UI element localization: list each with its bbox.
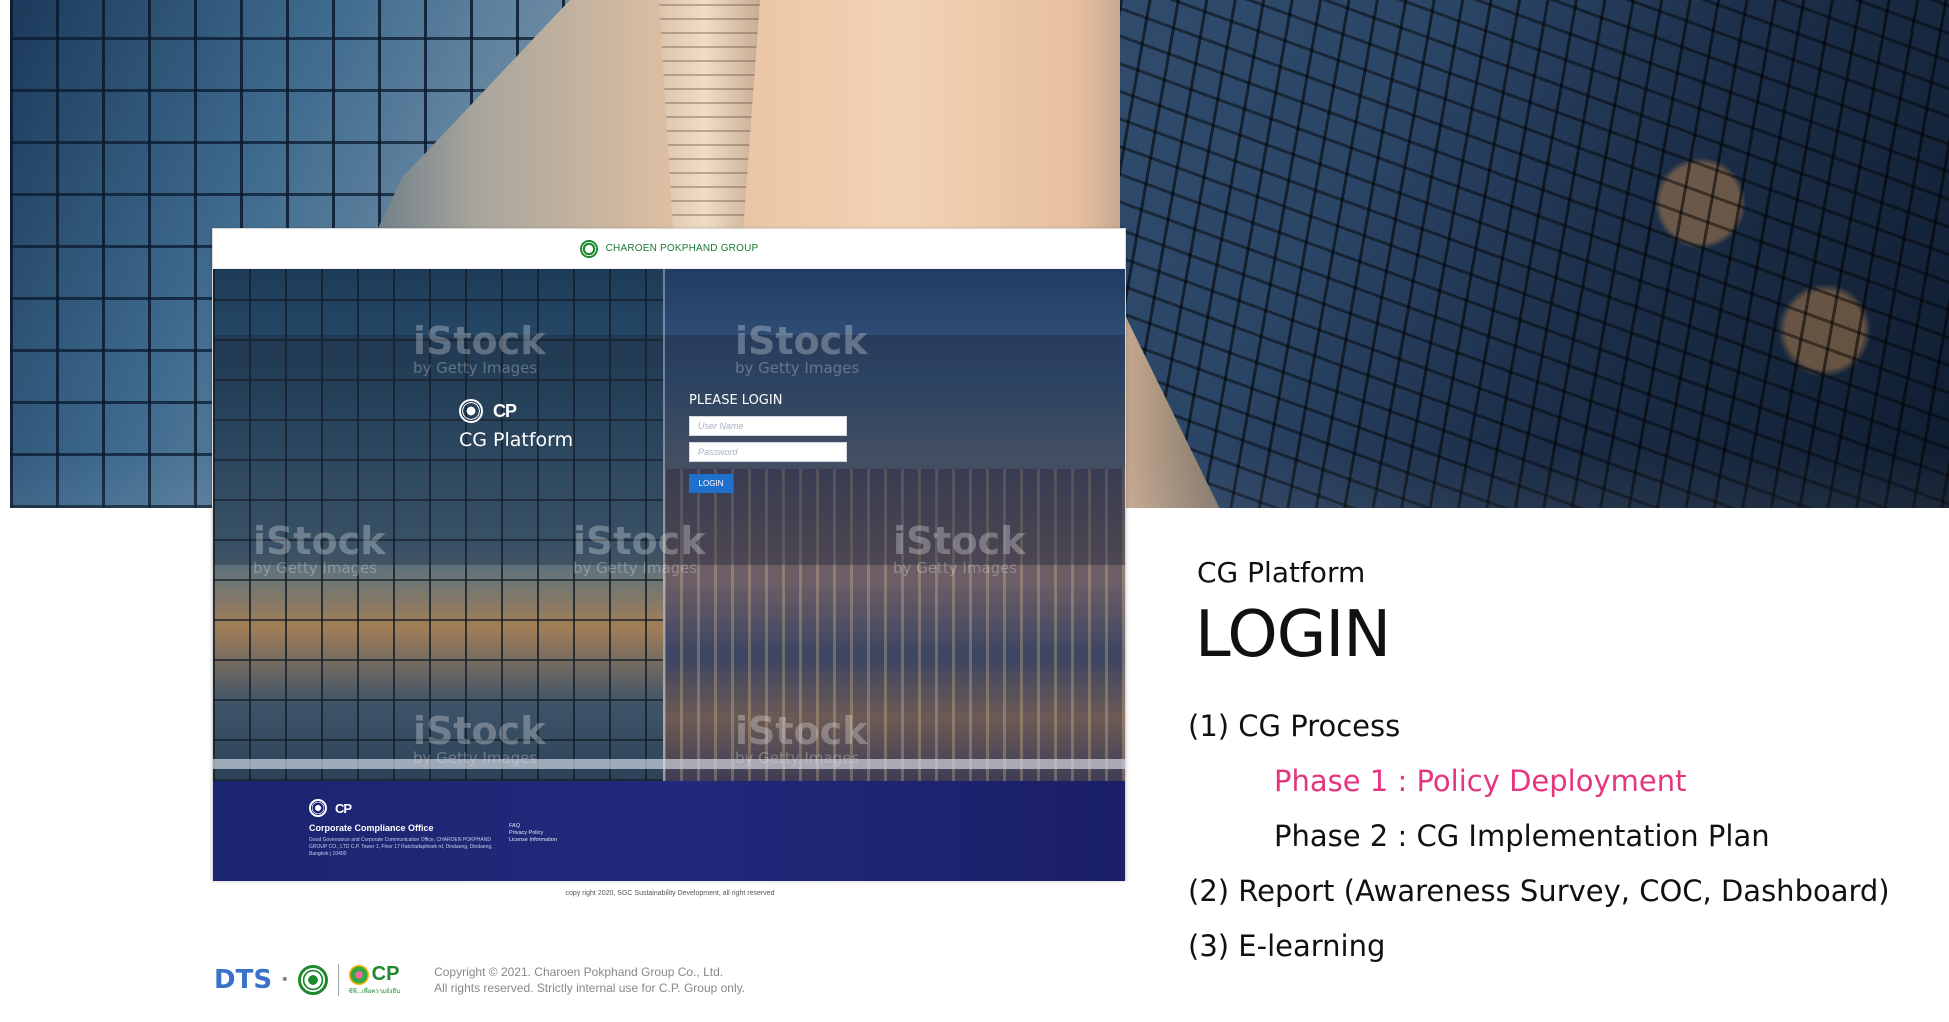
image-strip bbox=[213, 759, 1125, 769]
cp-seal-icon bbox=[459, 399, 483, 423]
copyright-text: Copyright © 2021. Charoen Pokphand Group… bbox=[434, 964, 745, 996]
login-form-title: PLEASE LOGIN bbox=[689, 393, 783, 408]
cp-logo: CP bbox=[493, 400, 517, 421]
separator-dot: • bbox=[282, 970, 288, 988]
watermark: iStock by Getty Images bbox=[893, 519, 1026, 577]
privacy-policy-link[interactable]: Privacy Policy bbox=[509, 830, 557, 837]
username-input[interactable] bbox=[689, 416, 847, 436]
list-item-cg-process: (1) CG Process bbox=[1188, 709, 1401, 743]
screenshot-footer: CP Corporate Compliance Office Good Gove… bbox=[213, 781, 1125, 881]
cp-logo-tagline: ซีพี...เพื่อความยั่งยืน bbox=[348, 989, 401, 995]
cp-flower-icon bbox=[348, 964, 369, 985]
screenshot-header: CHAROEN POKPHAND GROUP bbox=[213, 229, 1125, 269]
side-subtitle: CG Platform bbox=[1197, 556, 1366, 589]
faq-link[interactable]: FAQ bbox=[509, 823, 557, 830]
list-item-phase-2: Phase 2 : CG Implementation Plan bbox=[1274, 819, 1770, 853]
login-button[interactable]: LOGIN bbox=[689, 474, 733, 493]
office-name: Corporate Compliance Office bbox=[309, 823, 434, 833]
watermark: iStock by Getty Images bbox=[573, 519, 706, 577]
login-screenshot: CHAROEN POKPHAND GROUP iStock by Getty Im… bbox=[212, 228, 1126, 897]
slide-footer: DTS • CP ซีพี...เพื่อความยั่งยืน Copyrig… bbox=[214, 963, 745, 996]
cp-logo-row: CP bbox=[348, 963, 400, 986]
feature-list: (1) CG Process Phase 1 : Policy Deployme… bbox=[1188, 704, 1890, 979]
screenshot-body: iStock by Getty Images iStock by Getty Ima… bbox=[213, 269, 1125, 781]
list-item-e-learning: (3) E-learning bbox=[1188, 929, 1386, 963]
brand-logos: CP bbox=[459, 399, 573, 423]
login-form: PLEASE LOGIN LOGIN bbox=[689, 393, 869, 493]
cp-logo: CP ซีพี...เพื่อความยั่งยืน bbox=[348, 963, 401, 996]
cp-seal-icon bbox=[309, 799, 327, 817]
platform-brand: CP CG Platform bbox=[459, 399, 573, 451]
list-item-phase-1: Phase 1 : Policy Deployment bbox=[1274, 764, 1687, 798]
side-title: LOGIN bbox=[1195, 598, 1391, 672]
footer-links: FAQ Privacy Policy License Information bbox=[509, 823, 557, 844]
platform-title: CG Platform bbox=[459, 429, 574, 451]
footer-logos: CP bbox=[309, 799, 352, 817]
cp-logo: CP bbox=[335, 800, 352, 816]
copyright-line-1: Copyright © 2021. Charoen Pokphand Group… bbox=[434, 964, 724, 979]
divider bbox=[337, 963, 339, 996]
watermark: iStock by Getty Images bbox=[413, 319, 546, 377]
header-brand: CHAROEN POKPHAND GROUP bbox=[605, 243, 759, 254]
office-address: Good Governance and Corporate Communicat… bbox=[309, 837, 493, 857]
cp-seal-icon bbox=[579, 239, 598, 258]
screenshot-copyright: copy right 2020, SGC Sustainability Deve… bbox=[565, 890, 775, 897]
cp-seal-icon bbox=[297, 964, 328, 995]
copyright-line-2: All rights reserved. Strictly internal u… bbox=[434, 980, 746, 995]
list-item-report: (2) Report (Awareness Survey, COC, Dashb… bbox=[1188, 874, 1890, 908]
license-information-link[interactable]: License Information bbox=[509, 837, 557, 844]
password-input[interactable] bbox=[689, 442, 847, 462]
watermark: iStock by Getty Images bbox=[735, 319, 868, 377]
cp-logo-text: CP bbox=[371, 963, 400, 985]
watermark: iStock by Getty Images bbox=[253, 519, 386, 577]
hero-building-right bbox=[1120, 0, 1949, 508]
dts-logo: DTS bbox=[214, 964, 273, 995]
